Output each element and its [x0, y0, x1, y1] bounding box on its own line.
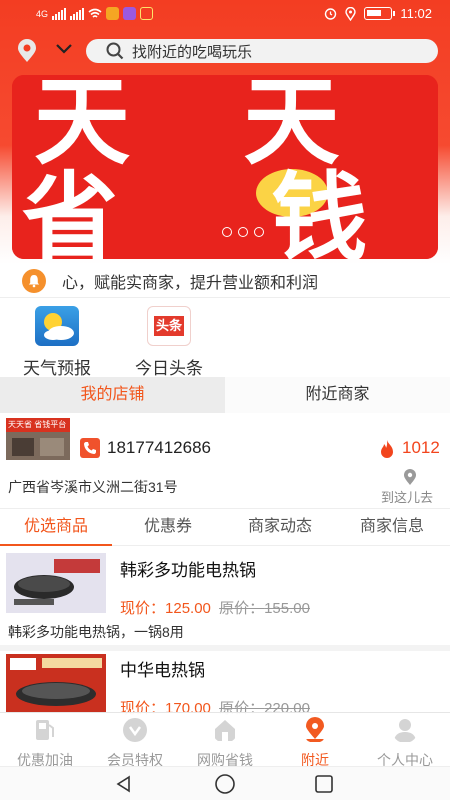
- product-name: 韩彩多功能电热锅: [120, 561, 256, 580]
- alarm-icon: [325, 8, 337, 20]
- quick-link-weather[interactable]: 天气预报: [2, 302, 112, 379]
- status-right: 11:02: [324, 6, 432, 21]
- search-placeholder: 找附近的吃喝玩乐: [132, 43, 253, 61]
- user-icon: [394, 719, 416, 742]
- status-left: 4G: [36, 7, 154, 20]
- pagination-dot[interactable]: [238, 227, 248, 237]
- notification-app-icon-3: [140, 7, 154, 20]
- section-tabs: 优选商品 优惠券 商家动态 商家信息: [0, 508, 450, 546]
- notice-bar[interactable]: 心，赋能实商家，提升营业额和利润: [0, 264, 450, 298]
- tab-nearby-merchants[interactable]: 附近商家: [225, 377, 450, 413]
- nav-item-profile[interactable]: 个人中心: [360, 713, 450, 768]
- signal-icon-2: [70, 7, 85, 20]
- tab-featured-products[interactable]: 优选商品: [0, 509, 112, 546]
- original-price: 155.00: [264, 600, 310, 617]
- location-pin-icon[interactable]: [16, 39, 38, 63]
- popularity-count: 1012: [402, 438, 440, 457]
- recent-apps-icon[interactable]: [314, 774, 334, 794]
- navigate-pin-icon[interactable]: [402, 468, 418, 486]
- tab-my-store[interactable]: 我的店铺: [0, 377, 225, 413]
- store-phone[interactable]: 18177412686: [107, 438, 211, 458]
- fuel-icon: [36, 720, 54, 740]
- nav-item-fuel[interactable]: 优惠加油: [0, 713, 90, 768]
- nearby-icon: [306, 717, 324, 742]
- product-price: 125.00: [165, 600, 211, 617]
- weather-icon: [35, 306, 79, 346]
- product-description: 韩彩多功能电热锅，一锅8用: [8, 624, 184, 640]
- signal-icon: [52, 7, 67, 20]
- navigate-button[interactable]: 到这儿去: [381, 487, 433, 506]
- location-status-icon: [345, 6, 357, 21]
- nav-item-shop[interactable]: 网购省钱: [180, 713, 270, 768]
- wifi-icon: [88, 8, 102, 18]
- notification-app-icon: [106, 7, 120, 20]
- vip-icon: [123, 718, 147, 742]
- status-bar: 4G 11:02: [0, 0, 450, 30]
- price-label: 现价：: [120, 600, 166, 617]
- nav-item-nearby[interactable]: 附近: [270, 713, 360, 768]
- toutiao-icon: 头条: [147, 306, 191, 346]
- back-icon[interactable]: [114, 774, 134, 794]
- product-item[interactable]: 韩彩多功能电热锅 现价：125.00 原价：155.00 韩彩多功能电热锅，一锅…: [0, 548, 450, 648]
- home-icon[interactable]: [214, 773, 236, 795]
- nav-item-vip[interactable]: 会员特权: [90, 713, 180, 768]
- pagination-dot[interactable]: [254, 227, 264, 237]
- toutiao-icon-text: 头条: [153, 316, 184, 336]
- shop-icon: [215, 720, 235, 741]
- quick-link-toutiao[interactable]: 头条 今日头条: [114, 302, 224, 379]
- status-time: 11:02: [400, 6, 432, 21]
- original-price-label: 原价：: [219, 600, 265, 617]
- tab-merchant-news[interactable]: 商家动态: [224, 509, 336, 545]
- quick-link-label: 今日头条: [135, 359, 203, 378]
- store-tabs: 我的店铺 附近商家: [0, 377, 450, 413]
- store-address: 广西省岑溪市义洲二街31号: [8, 479, 178, 495]
- battery-icon: [364, 7, 396, 20]
- tab-coupons[interactable]: 优惠券: [112, 509, 224, 545]
- network-label: 4G: [36, 8, 49, 19]
- tab-merchant-info[interactable]: 商家信息: [336, 509, 448, 545]
- banner-line-2: 省 钱: [22, 162, 428, 259]
- bell-icon: [22, 268, 46, 293]
- pagination-dot[interactable]: [222, 227, 232, 237]
- bottom-nav: 优惠加油 会员特权 网购省钱 附近 个人中心: [0, 712, 450, 768]
- fire-icon: [381, 440, 393, 458]
- search-icon: [106, 42, 124, 60]
- store-thumbnail-text: 天天省 省钱平台: [8, 420, 67, 429]
- product-image: [6, 654, 106, 712]
- search-row: 找附近的吃喝玩乐: [0, 36, 450, 66]
- product-price-row: 现价：125.00 原价：155.00: [120, 597, 310, 618]
- quick-link-label: 天气预报: [23, 359, 91, 378]
- store-thumbnail[interactable]: 天天省 省钱平台: [6, 418, 70, 460]
- product-item[interactable]: 中华电热锅 现价：170.00 原价：220.00: [0, 651, 450, 717]
- notification-app-icon-2: [123, 7, 137, 20]
- product-image: [6, 553, 106, 613]
- promo-banner[interactable]: 天 天 省 钱: [12, 75, 438, 259]
- phone-icon[interactable]: [80, 438, 100, 458]
- chevron-down-icon[interactable]: [55, 42, 73, 56]
- system-nav-bar: [0, 766, 450, 800]
- product-name: 中华电热锅: [120, 661, 205, 680]
- notice-text: 心，赋能实商家，提升营业额和利润: [62, 274, 319, 292]
- search-input[interactable]: 找附近的吃喝玩乐: [86, 39, 438, 63]
- banner-pagination: [222, 227, 264, 237]
